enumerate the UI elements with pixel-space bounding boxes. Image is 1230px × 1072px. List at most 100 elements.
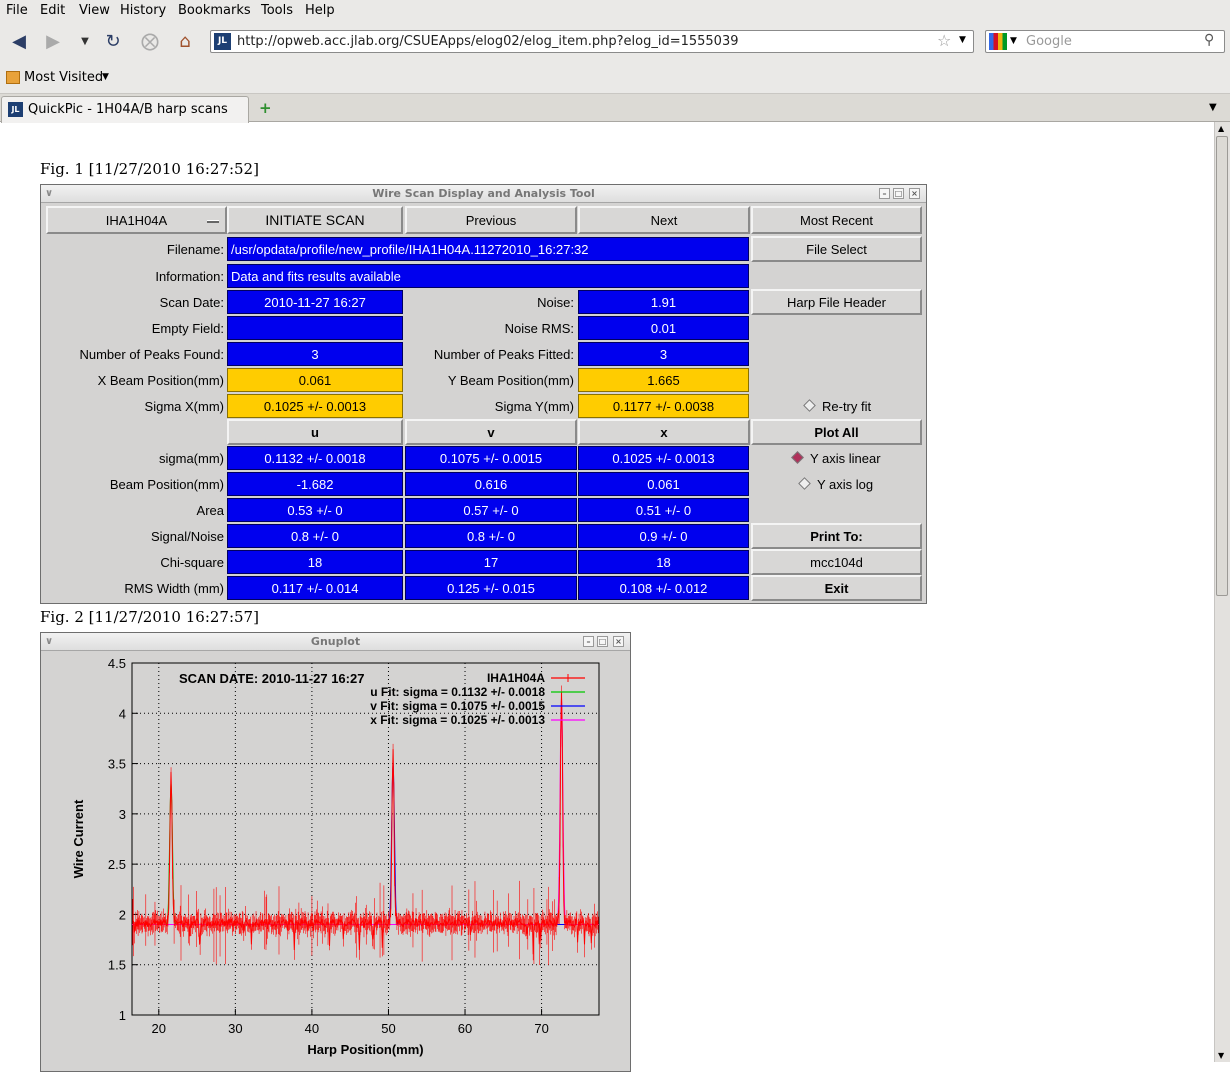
initiate-scan-button[interactable]: INITIATE SCAN bbox=[227, 206, 403, 234]
gnuplot-window: ∨ Gnuplot – □ × 20 30 40 50 60 70 1 1.5 2 2.5 3 3.5… bbox=[40, 632, 631, 1072]
harp-file-header-button[interactable]: Harp File Header bbox=[751, 289, 922, 315]
menu-help[interactable]: Help bbox=[305, 3, 335, 18]
y-linear-radio[interactable] bbox=[791, 451, 804, 464]
history-dropdown-icon[interactable]: ▼ bbox=[72, 28, 98, 54]
scan-date-value: 2010-11-27 16:27 bbox=[227, 290, 403, 314]
row-label-beam-position: Beam Position(mm) bbox=[109, 476, 224, 492]
minimize-icon[interactable]: – bbox=[583, 636, 594, 647]
bookmarks-toolbar: Most Visited ▼ bbox=[0, 62, 1230, 94]
previous-button[interactable]: Previous bbox=[405, 206, 577, 234]
y-axis-label: Wire Current bbox=[71, 799, 86, 878]
y-tick-label: 2 bbox=[119, 907, 126, 922]
signal-noise-v-value: 0.8 +/- 0 bbox=[405, 524, 577, 548]
close-icon[interactable]: × bbox=[613, 636, 624, 647]
menu-file[interactable]: File bbox=[6, 3, 28, 18]
signal-noise-u-value: 0.8 +/- 0 bbox=[227, 524, 403, 548]
beam-position-v-value: 0.616 bbox=[405, 472, 577, 496]
sigma-x-label: Sigma X(mm) bbox=[144, 398, 224, 414]
reload-icon[interactable]: ↻ bbox=[100, 28, 126, 54]
beam-position-x-value: 0.061 bbox=[578, 472, 749, 496]
menu-edit[interactable]: Edit bbox=[40, 3, 65, 18]
tab-active[interactable]: JL QuickPic - 1H04A/B harp scans bbox=[1, 96, 249, 123]
new-tab-icon[interactable]: + bbox=[259, 99, 272, 117]
tab-title: QuickPic - 1H04A/B harp scans bbox=[28, 102, 228, 117]
search-box[interactable]: ▼ Google ⚲ bbox=[985, 30, 1225, 53]
y-tick-label: 1.5 bbox=[108, 958, 126, 973]
fig1-label: Fig. 1 [11/27/2010 16:27:52] bbox=[40, 160, 259, 178]
most-visited-bookmark[interactable]: Most Visited bbox=[24, 70, 103, 85]
row-label-signal-noise: Signal/Noise bbox=[151, 528, 224, 544]
window-menu-icon[interactable]: ∨ bbox=[45, 185, 53, 202]
print-to-button[interactable]: Print To: bbox=[751, 523, 922, 549]
menu-tools[interactable]: Tools bbox=[261, 3, 293, 18]
bookmark-star-icon[interactable]: ☆ bbox=[937, 31, 951, 50]
search-icon[interactable]: ⚲ bbox=[1204, 32, 1214, 48]
column-u[interactable]: u bbox=[227, 419, 403, 445]
url-text: http://opweb.acc.jlab.org/CSUEApps/elog0… bbox=[237, 34, 739, 49]
minimize-icon[interactable]: – bbox=[879, 188, 890, 199]
menu-history[interactable]: History bbox=[120, 3, 166, 18]
x-beam-label: X Beam Position(mm) bbox=[97, 372, 224, 388]
scrollbar-thumb[interactable] bbox=[1216, 136, 1228, 596]
next-button[interactable]: Next bbox=[578, 206, 750, 234]
column-x[interactable]: x bbox=[578, 419, 750, 445]
google-icon[interactable] bbox=[989, 33, 1007, 50]
back-icon[interactable]: ◀ bbox=[6, 28, 32, 54]
sigma-u-value: 0.1132 +/- 0.0018 bbox=[227, 446, 403, 470]
scroll-up-icon[interactable]: ▲ bbox=[1218, 124, 1224, 133]
tab-list-icon[interactable]: ▼ bbox=[1209, 102, 1217, 113]
file-select-button[interactable]: File Select bbox=[751, 236, 922, 262]
close-icon[interactable]: × bbox=[909, 188, 920, 199]
y-log-label[interactable]: Y axis log bbox=[817, 472, 917, 496]
chi-square-u-value: 18 bbox=[227, 550, 403, 574]
scan-date-annotation: SCAN DATE: 2010-11-27 16:27 bbox=[179, 671, 364, 686]
most-recent-button[interactable]: Most Recent bbox=[751, 206, 922, 234]
peaks-fitted-label: Number of Peaks Fitted: bbox=[433, 346, 574, 362]
search-input[interactable]: Google bbox=[1026, 34, 1072, 49]
exit-button[interactable]: Exit bbox=[751, 575, 922, 601]
scroll-down-icon[interactable]: ▼ bbox=[1218, 1051, 1224, 1060]
sigma-y-value: 0.1177 +/- 0.0038 bbox=[578, 394, 749, 418]
information-value: Data and fits results available bbox=[227, 264, 749, 288]
x-tick-label: 30 bbox=[228, 1021, 242, 1036]
forward-icon[interactable]: ▶ bbox=[40, 28, 66, 54]
series bbox=[132, 685, 599, 966]
printer-field[interactable]: mcc104d bbox=[751, 549, 922, 575]
row-label-chi-square: Chi-square bbox=[160, 554, 224, 570]
home-icon[interactable]: ⌂ bbox=[172, 28, 198, 54]
y-beam-label: Y Beam Position(mm) bbox=[447, 372, 574, 388]
y-log-radio[interactable] bbox=[798, 477, 811, 490]
site-favicon: JL bbox=[214, 33, 231, 50]
legend-label: v Fit: sigma = 0.1075 +/- 0.0015 bbox=[370, 699, 545, 713]
column-v[interactable]: v bbox=[405, 419, 577, 445]
chi-square-v-value: 17 bbox=[405, 550, 577, 574]
maximize-icon[interactable]: □ bbox=[597, 636, 608, 647]
stop-icon[interactable]: ⨂ bbox=[137, 28, 163, 54]
window-menu-icon[interactable]: ∨ bbox=[45, 633, 53, 650]
menu-view[interactable]: View bbox=[79, 3, 110, 18]
sigma-x-value: 0.1025 +/- 0.0013 bbox=[227, 394, 403, 418]
y-tick-label: 4 bbox=[119, 706, 126, 721]
chi-square-x-value: 18 bbox=[578, 550, 749, 574]
menu-bookmarks[interactable]: Bookmarks bbox=[178, 3, 251, 18]
wire-scan-window: ∨ Wire Scan Display and Analysis Tool – … bbox=[40, 184, 927, 604]
y-tick-label: 3.5 bbox=[108, 757, 126, 772]
sigma-y-label: Sigma Y(mm) bbox=[494, 398, 574, 414]
fit-curve-x bbox=[132, 698, 599, 925]
maximize-icon[interactable]: □ bbox=[893, 188, 904, 199]
retry-fit-radio[interactable] bbox=[803, 399, 816, 412]
retry-fit-label[interactable]: Re-try fit bbox=[822, 394, 922, 418]
row-label-area: Area bbox=[196, 502, 224, 518]
rms-width-u-value: 0.117 +/- 0.014 bbox=[227, 576, 403, 600]
option-menu-icon bbox=[207, 220, 219, 223]
rms-width-v-value: 0.125 +/- 0.015 bbox=[405, 576, 577, 600]
x-tick-label: 50 bbox=[381, 1021, 395, 1036]
device-select[interactable]: IHA1H04A bbox=[46, 206, 227, 234]
url-bar[interactable]: JL http://opweb.acc.jlab.org/CSUEApps/el… bbox=[210, 30, 974, 53]
plot-all-button[interactable]: Plot All bbox=[751, 419, 922, 445]
search-engine-dropdown-icon[interactable]: ▼ bbox=[1010, 36, 1017, 46]
url-dropdown-icon[interactable]: ▼ bbox=[959, 35, 966, 45]
noise-rms-label: Noise RMS: bbox=[504, 320, 574, 336]
y-linear-label[interactable]: Y axis linear bbox=[810, 446, 920, 470]
sigma-v-value: 0.1075 +/- 0.0015 bbox=[405, 446, 577, 470]
